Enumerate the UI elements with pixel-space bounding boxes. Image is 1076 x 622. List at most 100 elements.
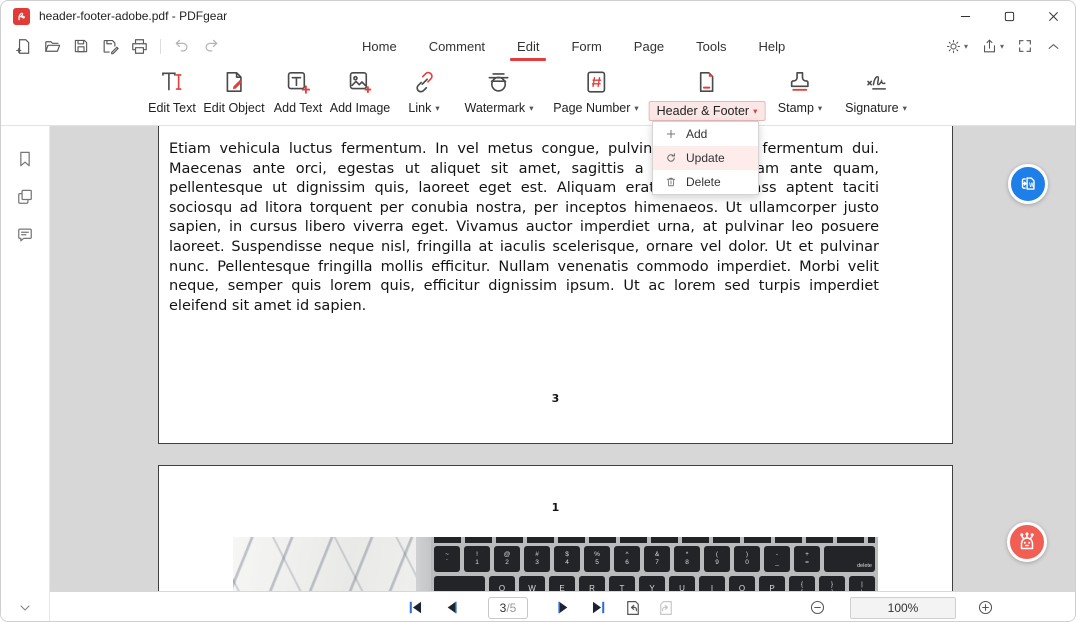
keyboard-key: W	[519, 576, 545, 591]
keyboard-key: Q	[489, 576, 515, 591]
new-file-icon[interactable]	[13, 36, 33, 56]
keyboard-key: R	[579, 576, 605, 591]
keyboard-key: T	[609, 576, 635, 591]
laptop-keyboard: ~`!1@2#3$4%5^6&7*8(9)0-_+=delete QWERTYU…	[431, 537, 878, 591]
window-controls	[943, 1, 1075, 31]
marble-surface	[233, 537, 416, 591]
first-page-icon	[407, 599, 424, 616]
dropdown-caret-icon: ▾	[435, 103, 439, 114]
app-window: header-footer-adobe.pdf - PDFgear	[0, 0, 1076, 622]
header-footer-button[interactable]: Header & Footer▾	[649, 69, 766, 121]
tab-edit[interactable]: Edit	[508, 31, 548, 61]
keyboard-key: &7	[644, 546, 670, 572]
last-page-button[interactable]	[590, 592, 607, 622]
robot-icon	[1015, 530, 1039, 554]
link-button[interactable]: Link▾	[408, 69, 439, 115]
tab-home[interactable]: Home	[353, 31, 406, 61]
save-as-icon[interactable]	[100, 36, 120, 56]
trash-icon	[664, 176, 678, 188]
watermark-button[interactable]: Watermark▾	[465, 69, 534, 115]
add-image-button[interactable]: Add Image	[330, 69, 390, 115]
keyboard-key: %5	[584, 546, 610, 572]
edit-text-button[interactable]: Edit Text	[148, 69, 196, 115]
save-icon[interactable]	[71, 36, 91, 56]
header-footer-dropdown-menu: Add Update Delete	[652, 121, 759, 195]
zoom-in-button[interactable]	[977, 592, 994, 622]
page-number-button[interactable]: Page Number▾	[553, 69, 638, 115]
maximize-button[interactable]	[987, 1, 1031, 31]
first-page-button[interactable]	[407, 592, 424, 622]
left-sidebar	[1, 126, 50, 621]
convert-to-word-icon: W	[1017, 173, 1039, 195]
previous-page-icon	[443, 599, 460, 616]
next-page-button[interactable]	[555, 592, 572, 622]
tab-form[interactable]: Form	[562, 31, 610, 61]
close-button[interactable]	[1031, 1, 1075, 31]
theme-button[interactable]: ▾	[945, 38, 968, 55]
last-page-icon	[590, 599, 607, 616]
keyboard-key: delete	[824, 546, 875, 572]
tab-page[interactable]: Page	[625, 31, 673, 61]
keyboard-key: ^6	[614, 546, 640, 572]
add-image-icon	[347, 69, 373, 95]
stamp-button[interactable]: Stamp▾	[778, 69, 822, 115]
signature-button[interactable]: Signature▾	[845, 69, 907, 115]
quick-access-separator	[160, 39, 161, 54]
previous-page-button[interactable]	[443, 592, 460, 622]
keyboard-function-row	[434, 537, 875, 543]
add-text-icon	[285, 69, 311, 95]
keyboard-key: O	[729, 576, 755, 591]
edit-object-button[interactable]: Edit Object	[203, 69, 264, 115]
next-view-button[interactable]	[657, 592, 675, 622]
keyboard-number-row: ~`!1@2#3$4%5^6&7*8(9)0-_+=delete	[434, 546, 875, 572]
pdf-page-4: 1 ~`!1@2#3$4%5^6&7*8(9)0-_+=delete QWERT…	[158, 465, 953, 591]
page-number-input[interactable]: 3/5	[488, 592, 528, 622]
bookmarks-panel-button[interactable]	[1, 140, 49, 178]
convert-to-word-button[interactable]: W	[1008, 164, 1048, 204]
ai-assistant-button[interactable]	[1007, 522, 1047, 562]
comment-icon	[15, 225, 35, 245]
page-4-header-number: 1	[159, 501, 952, 514]
dropdown-caret-icon: ▾	[529, 103, 533, 114]
tab-tools[interactable]: Tools	[687, 31, 735, 61]
menu-item-update[interactable]: Update	[653, 146, 758, 170]
comments-panel-button[interactable]	[1, 216, 49, 254]
previous-view-button[interactable]	[624, 592, 642, 622]
fullscreen-button[interactable]	[1017, 38, 1033, 54]
undo-icon[interactable]	[172, 36, 192, 56]
edit-toolbar: Edit Text Edit Object Add Text Add	[1, 61, 1075, 126]
document-viewport[interactable]: Etiam vehicula luctus fermentum. In vel …	[50, 126, 1075, 591]
tab-comment[interactable]: Comment	[420, 31, 494, 61]
zoom-out-button[interactable]	[809, 592, 826, 622]
print-icon[interactable]	[129, 36, 149, 56]
add-text-button[interactable]: Add Text	[274, 69, 322, 115]
keyboard-key: $4	[554, 546, 580, 572]
pages-panel-button[interactable]	[1, 178, 49, 216]
bookmark-icon	[15, 149, 35, 169]
share-button[interactable]: ▾	[981, 38, 1004, 55]
keyboard-key: }]	[819, 576, 845, 591]
keyboard-letter-row: QWERTYUIOP{[}]|\	[434, 576, 875, 591]
edit-object-icon	[221, 69, 247, 95]
menu-item-delete[interactable]: Delete	[653, 170, 758, 194]
keyboard-key: @2	[494, 546, 520, 572]
keyboard-key: (9	[704, 546, 730, 572]
collapse-ribbon-button[interactable]	[1046, 39, 1061, 54]
dropdown-caret-icon: ▾	[818, 103, 822, 114]
dropdown-caret-icon: ▾	[753, 106, 757, 117]
quick-access-toolbar	[13, 31, 221, 61]
menu-item-add[interactable]: Add	[653, 122, 758, 146]
zoom-level-control[interactable]: 100%	[850, 592, 956, 622]
redo-icon[interactable]	[201, 36, 221, 56]
window-title: header-footer-adobe.pdf - PDFgear	[39, 9, 227, 23]
signature-icon	[863, 69, 889, 95]
stamp-icon	[787, 69, 813, 95]
open-file-icon[interactable]	[42, 36, 62, 56]
dropdown-caret-icon: ▾	[903, 103, 907, 114]
tab-help[interactable]: Help	[750, 31, 795, 61]
page-3-paragraph: Etiam vehicula luctus fermentum. In vel …	[169, 140, 879, 316]
minimize-button[interactable]	[943, 1, 987, 31]
dropdown-caret-icon: ▾	[1000, 42, 1004, 51]
zoom-level-value: 100%	[888, 601, 919, 615]
sidebar-collapse-button[interactable]	[1, 600, 49, 616]
